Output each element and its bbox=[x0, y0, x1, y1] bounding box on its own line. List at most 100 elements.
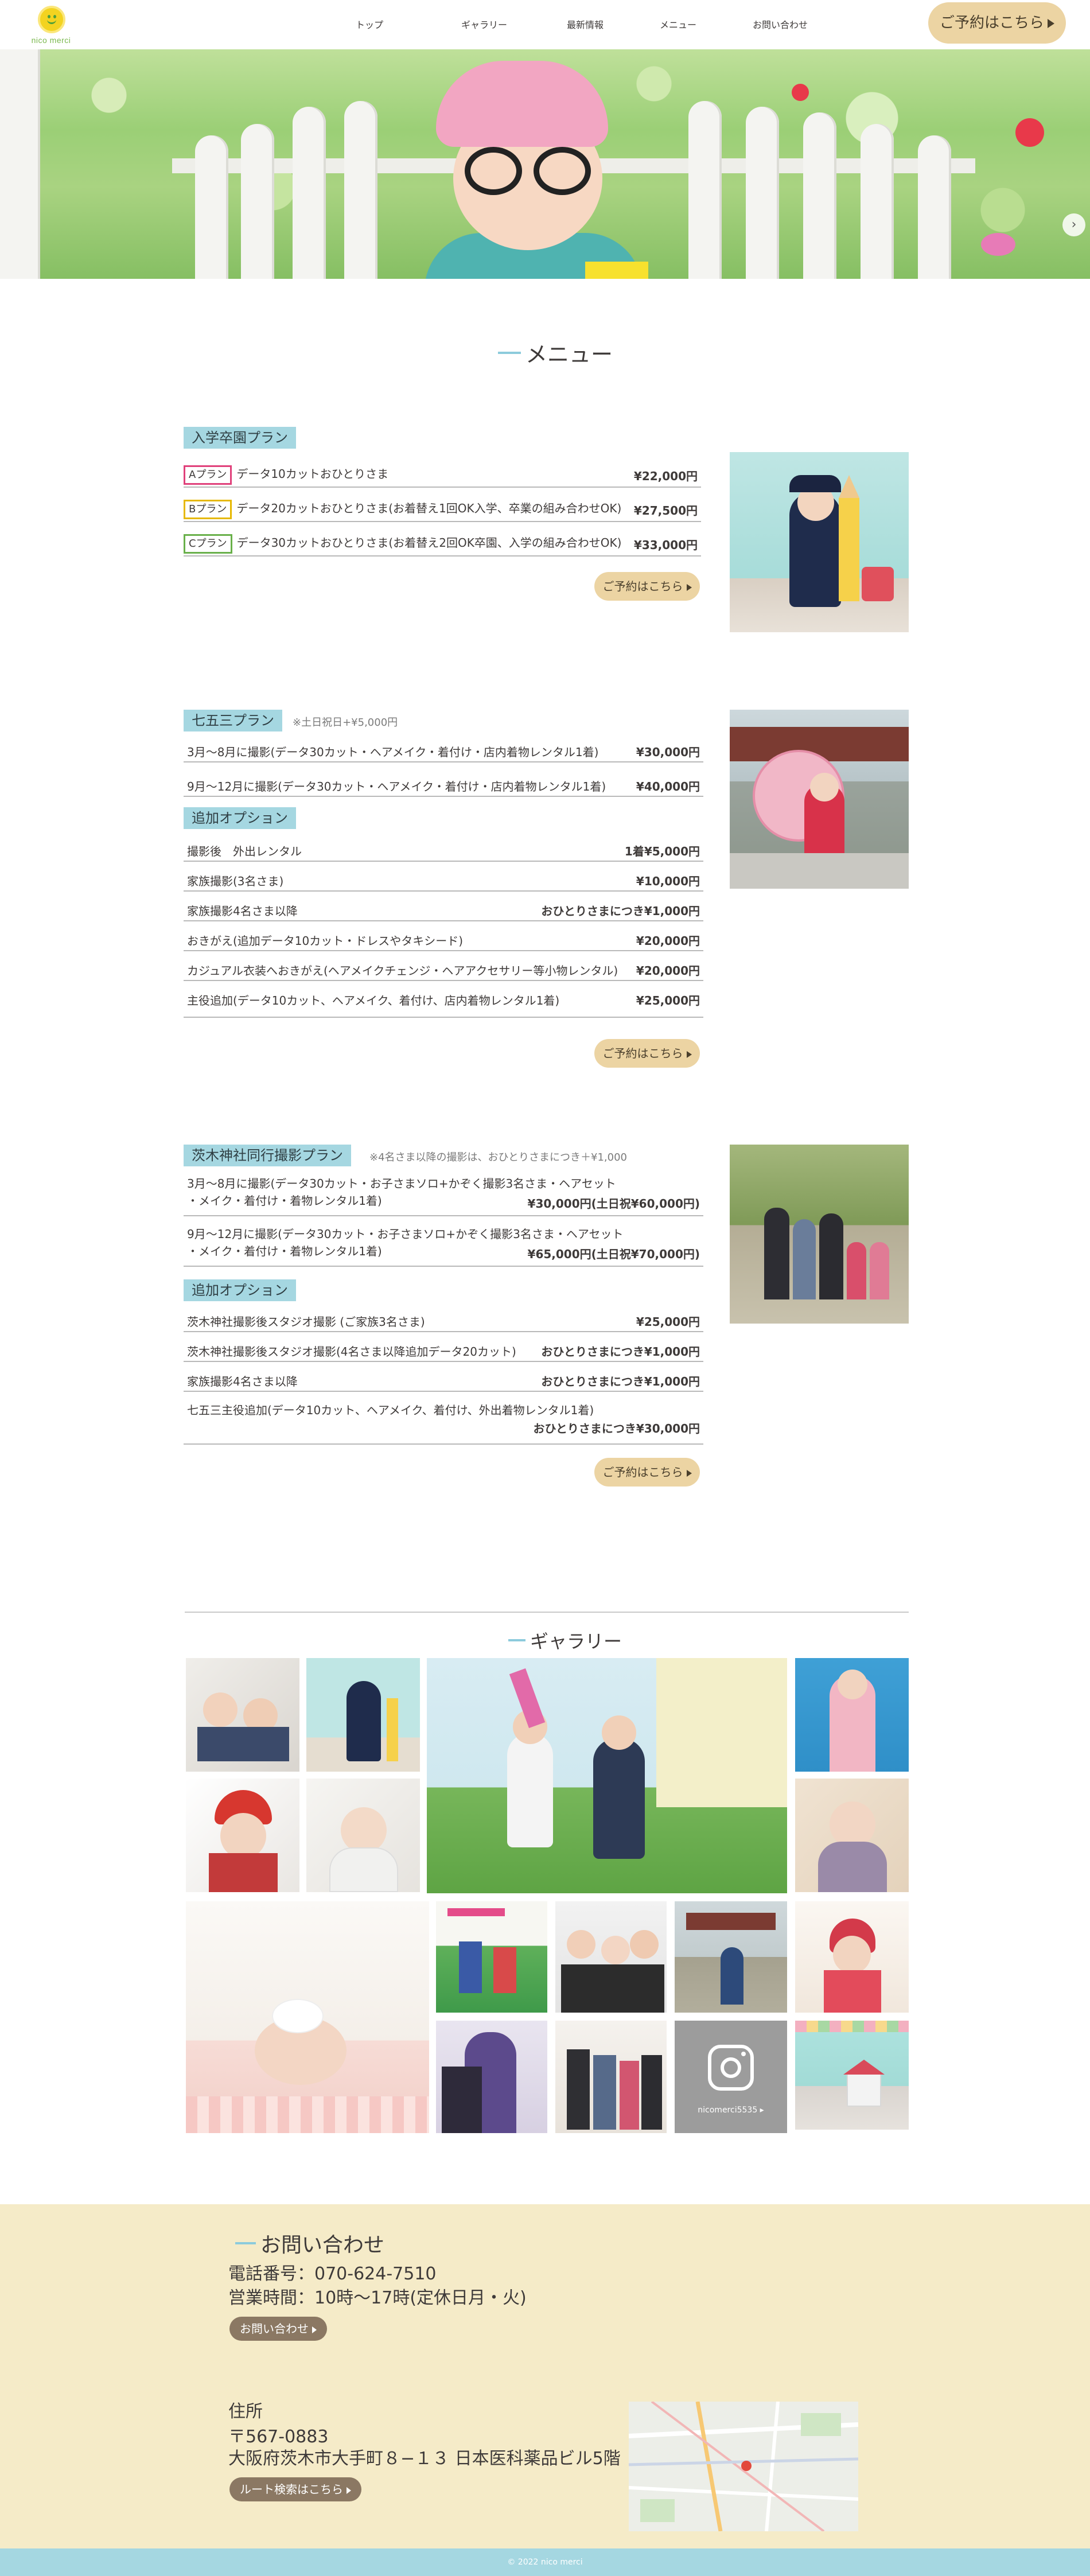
fence-post bbox=[803, 112, 836, 279]
gallery-photo[interactable] bbox=[436, 2021, 547, 2133]
flower-decoration bbox=[981, 233, 1015, 256]
shichigosan-photo bbox=[730, 710, 909, 889]
site-logo[interactable]: nico merci bbox=[26, 3, 76, 47]
menu-section-title: メニュー bbox=[498, 337, 613, 368]
fence-post bbox=[241, 124, 274, 279]
reserve-button-label: ご予約はこちら bbox=[939, 14, 1044, 32]
gallery-photo-large[interactable] bbox=[186, 1901, 429, 2133]
option-row: 主役追加(データ10カット、ヘアメイク、着付け、店内着物レンタル1着) ¥25,… bbox=[184, 986, 703, 1018]
gallery-section-title: ギャラリー bbox=[508, 1627, 622, 1653]
map-graphic bbox=[629, 2402, 858, 2531]
shrine-family-photo bbox=[730, 1145, 909, 1324]
fence-post bbox=[293, 107, 326, 279]
graduation-photo bbox=[730, 452, 909, 632]
plan1-reserve-button[interactable]: ご予約はこちら bbox=[594, 572, 700, 601]
option-row: 茨木神社撮影後スタジオ撮影 (ご家族3名さま) ¥25,000円 bbox=[184, 1307, 703, 1332]
fence-post bbox=[861, 124, 894, 279]
address-text: 大阪府茨木市大手町８−１３ 日本医科薬品ビル5階 bbox=[228, 2449, 621, 2469]
section-divider bbox=[185, 1612, 909, 1613]
site-footer: © 2022 nico merci bbox=[0, 2548, 1090, 2576]
fence-post bbox=[195, 135, 228, 279]
contact-hours: 営業時間：10時〜17時(定休日月・火) bbox=[228, 2288, 527, 2308]
address-label: 住所 bbox=[228, 2402, 263, 2422]
main-nav: トップ ギャラリー 最新情報 メニュー お問い合わせ bbox=[356, 17, 844, 31]
route-search-button[interactable]: ルート検索はこちら bbox=[229, 2477, 361, 2501]
fence-post bbox=[0, 49, 40, 279]
title-bar-decoration bbox=[508, 1639, 525, 1641]
fence-post bbox=[688, 101, 722, 279]
plan-tag-ibaraki-shrine: 茨木神社同行撮影プラン bbox=[184, 1145, 351, 1166]
fence-post bbox=[746, 107, 779, 279]
option-tag: 追加オプション bbox=[184, 1279, 296, 1301]
gallery-photo-large[interactable] bbox=[427, 1658, 787, 1893]
gallery-photo[interactable] bbox=[795, 1658, 909, 1772]
gallery-photo[interactable] bbox=[675, 1901, 787, 2013]
plan-tag-graduation: 入学卒園プラン bbox=[184, 427, 296, 449]
hero-slider: › bbox=[0, 49, 1090, 279]
title-bar-decoration bbox=[235, 2242, 256, 2244]
contact-phone: 電話番号：070-624-7510 bbox=[228, 2264, 437, 2284]
gallery-photo[interactable] bbox=[795, 1779, 909, 1892]
option-row: カジュアル衣装へおきがえ(ヘアメイクチェンジ・ヘアアクセサリー等小物レンタル) … bbox=[184, 956, 703, 981]
option-row: 家族撮影4名さま以降 おひとりさまにつき¥1,000円 bbox=[184, 1367, 703, 1392]
plan-row: Cプラン データ30カットおひとりさま(お着替え2回OK卒園、入学の組み合わせOK… bbox=[184, 530, 701, 557]
contact-button[interactable]: お問い合わせ bbox=[229, 2317, 327, 2341]
plan-row: Bプラン データ20カットおひとりさま(お着替え1回OK入学、卒業の組み合わせOK… bbox=[184, 496, 701, 522]
nav-menu[interactable]: メニュー bbox=[660, 17, 753, 31]
option-row: 家族撮影4名さま以降 おひとりさまにつき¥1,000円 bbox=[184, 896, 703, 921]
gallery-photo[interactable] bbox=[795, 2021, 909, 2130]
contact-section: お問い合わせ 電話番号：070-624-7510 営業時間：10時〜17時(定休… bbox=[0, 2204, 1090, 2548]
logo-smile-icon bbox=[45, 14, 59, 25]
instagram-label: nicomerci5535 ▸ bbox=[698, 2106, 764, 2115]
plan3-note: ※4名さま以降の撮影は、おひとりさまにつき＋¥1,000 bbox=[369, 1151, 627, 1164]
gallery-photo[interactable] bbox=[555, 1901, 667, 2013]
copyright-text: © 2022 nico merci bbox=[507, 2558, 583, 2567]
fence-post bbox=[344, 101, 377, 279]
option-row: 七五三主役追加(データ10カット、ヘアメイク、着付け、外出着物レンタル1着) お… bbox=[184, 1396, 703, 1445]
play-arrow-icon bbox=[1048, 18, 1054, 28]
play-arrow-icon bbox=[686, 1469, 692, 1477]
fence-post bbox=[918, 135, 951, 279]
gallery-photo[interactable] bbox=[186, 1658, 299, 1772]
play-arrow-icon bbox=[686, 583, 692, 591]
option-row: 茨木神社撮影後スタジオ撮影(4名さま以降追加データ20カット) おひとりさまにつ… bbox=[184, 1337, 703, 1362]
option-row: 撮影後 外出レンタル 1着¥5,000円 bbox=[184, 836, 703, 862]
plan2-note: ※土日祝日+¥5,000円 bbox=[293, 717, 398, 729]
plan-tag-shichigosan: 七五三プラン bbox=[184, 710, 282, 731]
gallery-photo[interactable] bbox=[795, 1901, 909, 2013]
plan-row: Aプラン データ10カットおひとりさま ¥22,000円 bbox=[184, 461, 701, 488]
option-tag: 追加オプション bbox=[184, 807, 296, 829]
plan-badge: Cプラン bbox=[184, 534, 232, 554]
nav-gallery[interactable]: ギャラリー bbox=[461, 17, 567, 31]
gallery-photo[interactable] bbox=[555, 2021, 667, 2133]
instagram-link[interactable]: nicomerci5535 ▸ bbox=[675, 2021, 787, 2133]
plan-row: 9月〜12月に撮影(データ30カット・ヘアメイク・着付け・店内着物レンタル1着)… bbox=[184, 772, 703, 797]
location-map[interactable] bbox=[629, 2402, 858, 2531]
title-bar-decoration bbox=[498, 351, 521, 354]
plan-badge: Aプラン bbox=[184, 465, 232, 485]
contact-section-title: お問い合わせ bbox=[235, 2228, 384, 2258]
flower-decoration bbox=[792, 84, 809, 101]
nav-news[interactable]: 最新情報 bbox=[567, 17, 660, 31]
reserve-button[interactable]: ご予約はこちら bbox=[928, 2, 1066, 44]
option-row: おきがえ(追加データ10カット・ドレスやタキシード) ¥20,000円 bbox=[184, 926, 703, 951]
plan2-reserve-button[interactable]: ご予約はこちら bbox=[594, 1039, 700, 1068]
gallery-photo[interactable] bbox=[436, 1901, 547, 2013]
plan-row: 3月〜8月に撮影(データ30カット・お子さまソロ+かぞく撮影3名さま・ヘアセット… bbox=[184, 1173, 703, 1216]
nav-top[interactable]: トップ bbox=[356, 17, 461, 31]
option-row: 家族撮影(3名さま) ¥10,000円 bbox=[184, 866, 703, 892]
slider-next-button[interactable]: › bbox=[1062, 213, 1085, 236]
gallery-photo[interactable] bbox=[306, 1658, 420, 1772]
plan3-reserve-button[interactable]: ご予約はこちら bbox=[594, 1458, 700, 1487]
instagram-icon bbox=[708, 2045, 754, 2091]
play-arrow-icon bbox=[312, 2326, 317, 2333]
flower-decoration bbox=[1015, 118, 1044, 147]
logo-text: nico merci bbox=[31, 36, 71, 45]
play-arrow-icon bbox=[347, 2486, 351, 2494]
site-header: nico merci トップ ギャラリー 最新情報 メニュー お問い合わせ ご予… bbox=[0, 0, 1090, 49]
play-arrow-icon bbox=[686, 1050, 692, 1058]
nav-contact[interactable]: お問い合わせ bbox=[753, 17, 844, 31]
gallery-photo[interactable] bbox=[306, 1779, 420, 1892]
hero-child-photo bbox=[402, 61, 665, 279]
gallery-photo[interactable] bbox=[186, 1779, 299, 1892]
